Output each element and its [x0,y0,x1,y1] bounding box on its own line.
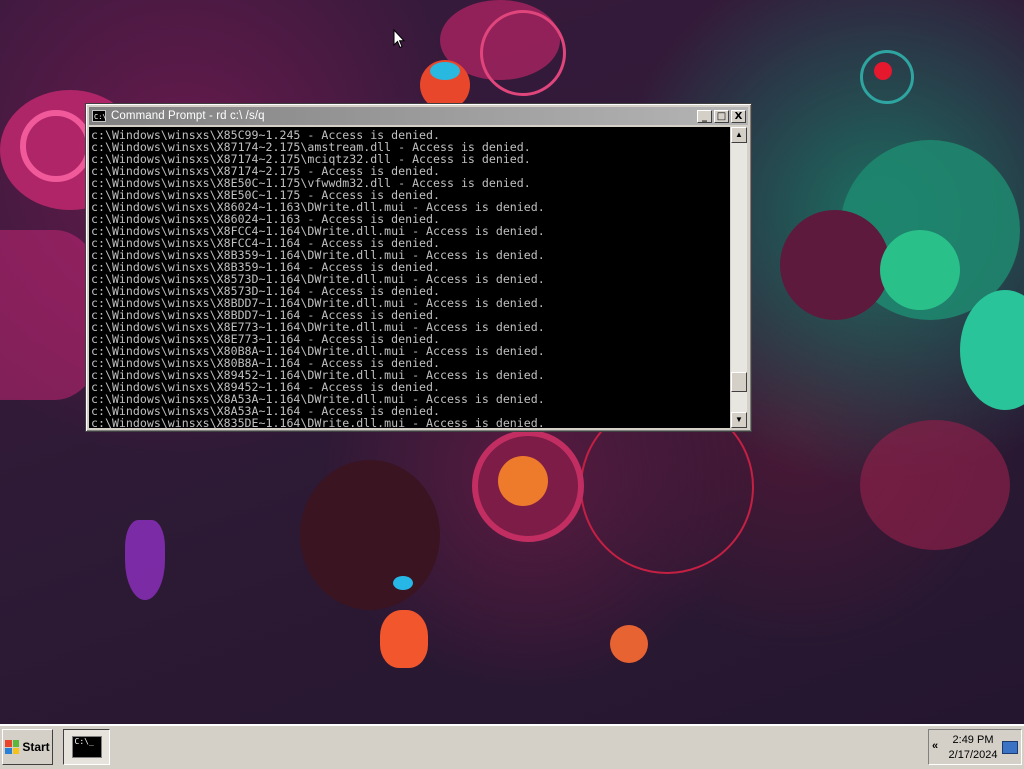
taskbar-command-prompt-button[interactable]: C:\_ [63,729,110,765]
command-prompt-icon: C:\_ [71,736,102,758]
start-button[interactable]: Start [2,729,53,765]
window-title: Command Prompt - rd c:\ /s/q [111,110,265,122]
maximize-button[interactable]: □ [714,109,729,123]
window-titlebar[interactable]: C:\ Command Prompt - rd c:\ /s/q _ □ X [89,107,748,125]
start-label: Start [22,740,50,754]
close-button[interactable]: X [731,109,746,123]
scroll-down-button[interactable]: ▼ [731,412,747,428]
minimize-button[interactable]: _ [697,109,712,123]
network-icon[interactable] [1002,741,1018,754]
wallpaper-shape [874,62,892,80]
clock[interactable]: 2:49 PM 2/17/2024 [943,733,1003,763]
wallpaper-shape [480,10,566,96]
clock-date: 2/17/2024 [948,749,998,761]
console-icon[interactable]: C:\ [92,110,107,122]
wallpaper-shape [20,110,92,182]
system-tray: « 2:49 PM 2/17/2024 [928,729,1022,765]
wallpaper-shape [430,62,460,80]
wallpaper-shape [380,610,428,668]
scroll-up-button[interactable]: ▲ [731,127,747,143]
window-controls: _ □ X [695,109,746,123]
taskbar: Start C:\_ « 2:49 PM 2/17/2024 [0,724,1024,769]
wallpaper-shape [125,520,165,600]
windows-logo-icon [5,740,20,754]
clock-time: 2:49 PM [952,734,994,746]
mouse-cursor-icon [393,29,405,49]
command-prompt-window[interactable]: C:\ Command Prompt - rd c:\ /s/q _ □ X c… [85,103,752,432]
wallpaper-shape [498,456,548,506]
console-output[interactable]: c:\Windows\winsxs\X85C99~1.245 - Access … [89,127,730,428]
wallpaper-shape [780,210,890,320]
wallpaper-shape [860,420,1010,550]
wallpaper-shape [880,230,960,310]
wallpaper-shape [393,576,413,590]
vertical-scrollbar[interactable]: ▲ ▼ [731,127,747,428]
wallpaper-shape [300,460,440,610]
wallpaper-shape [610,625,648,663]
scroll-thumb[interactable] [731,372,747,392]
tray-expand-icon[interactable]: « [932,740,938,752]
console-text: c:\Windows\winsxs\X85C99~1.245 - Access … [91,128,545,428]
